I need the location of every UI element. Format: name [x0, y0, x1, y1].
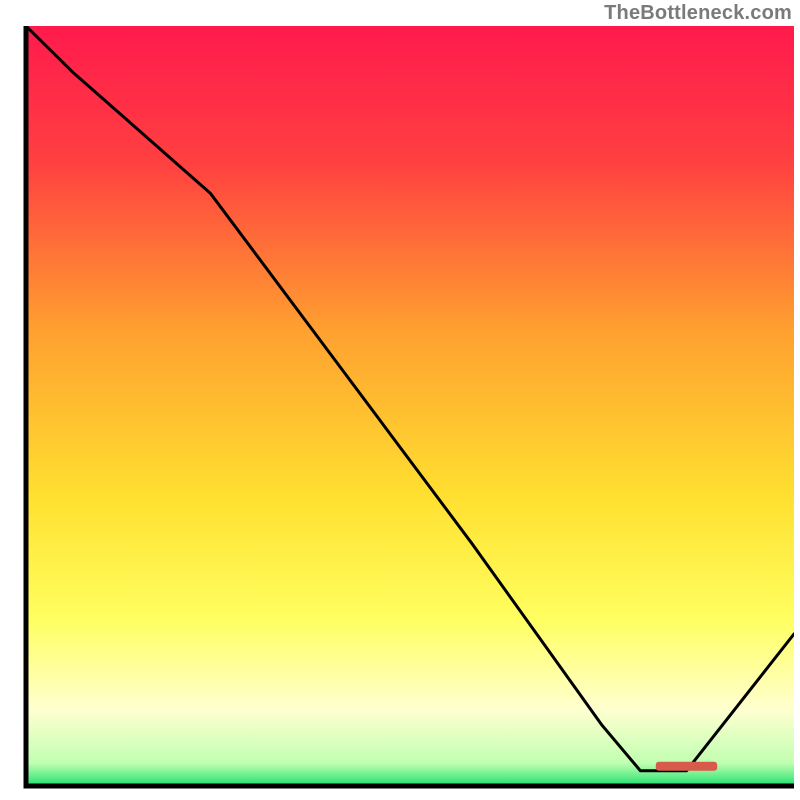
chart-stage: TheBottleneck.com: [0, 0, 800, 800]
bottleneck-chart: [0, 0, 800, 800]
attribution-label: TheBottleneck.com: [604, 2, 792, 25]
plot-background: [26, 26, 794, 786]
highlight-marker: [656, 762, 717, 771]
